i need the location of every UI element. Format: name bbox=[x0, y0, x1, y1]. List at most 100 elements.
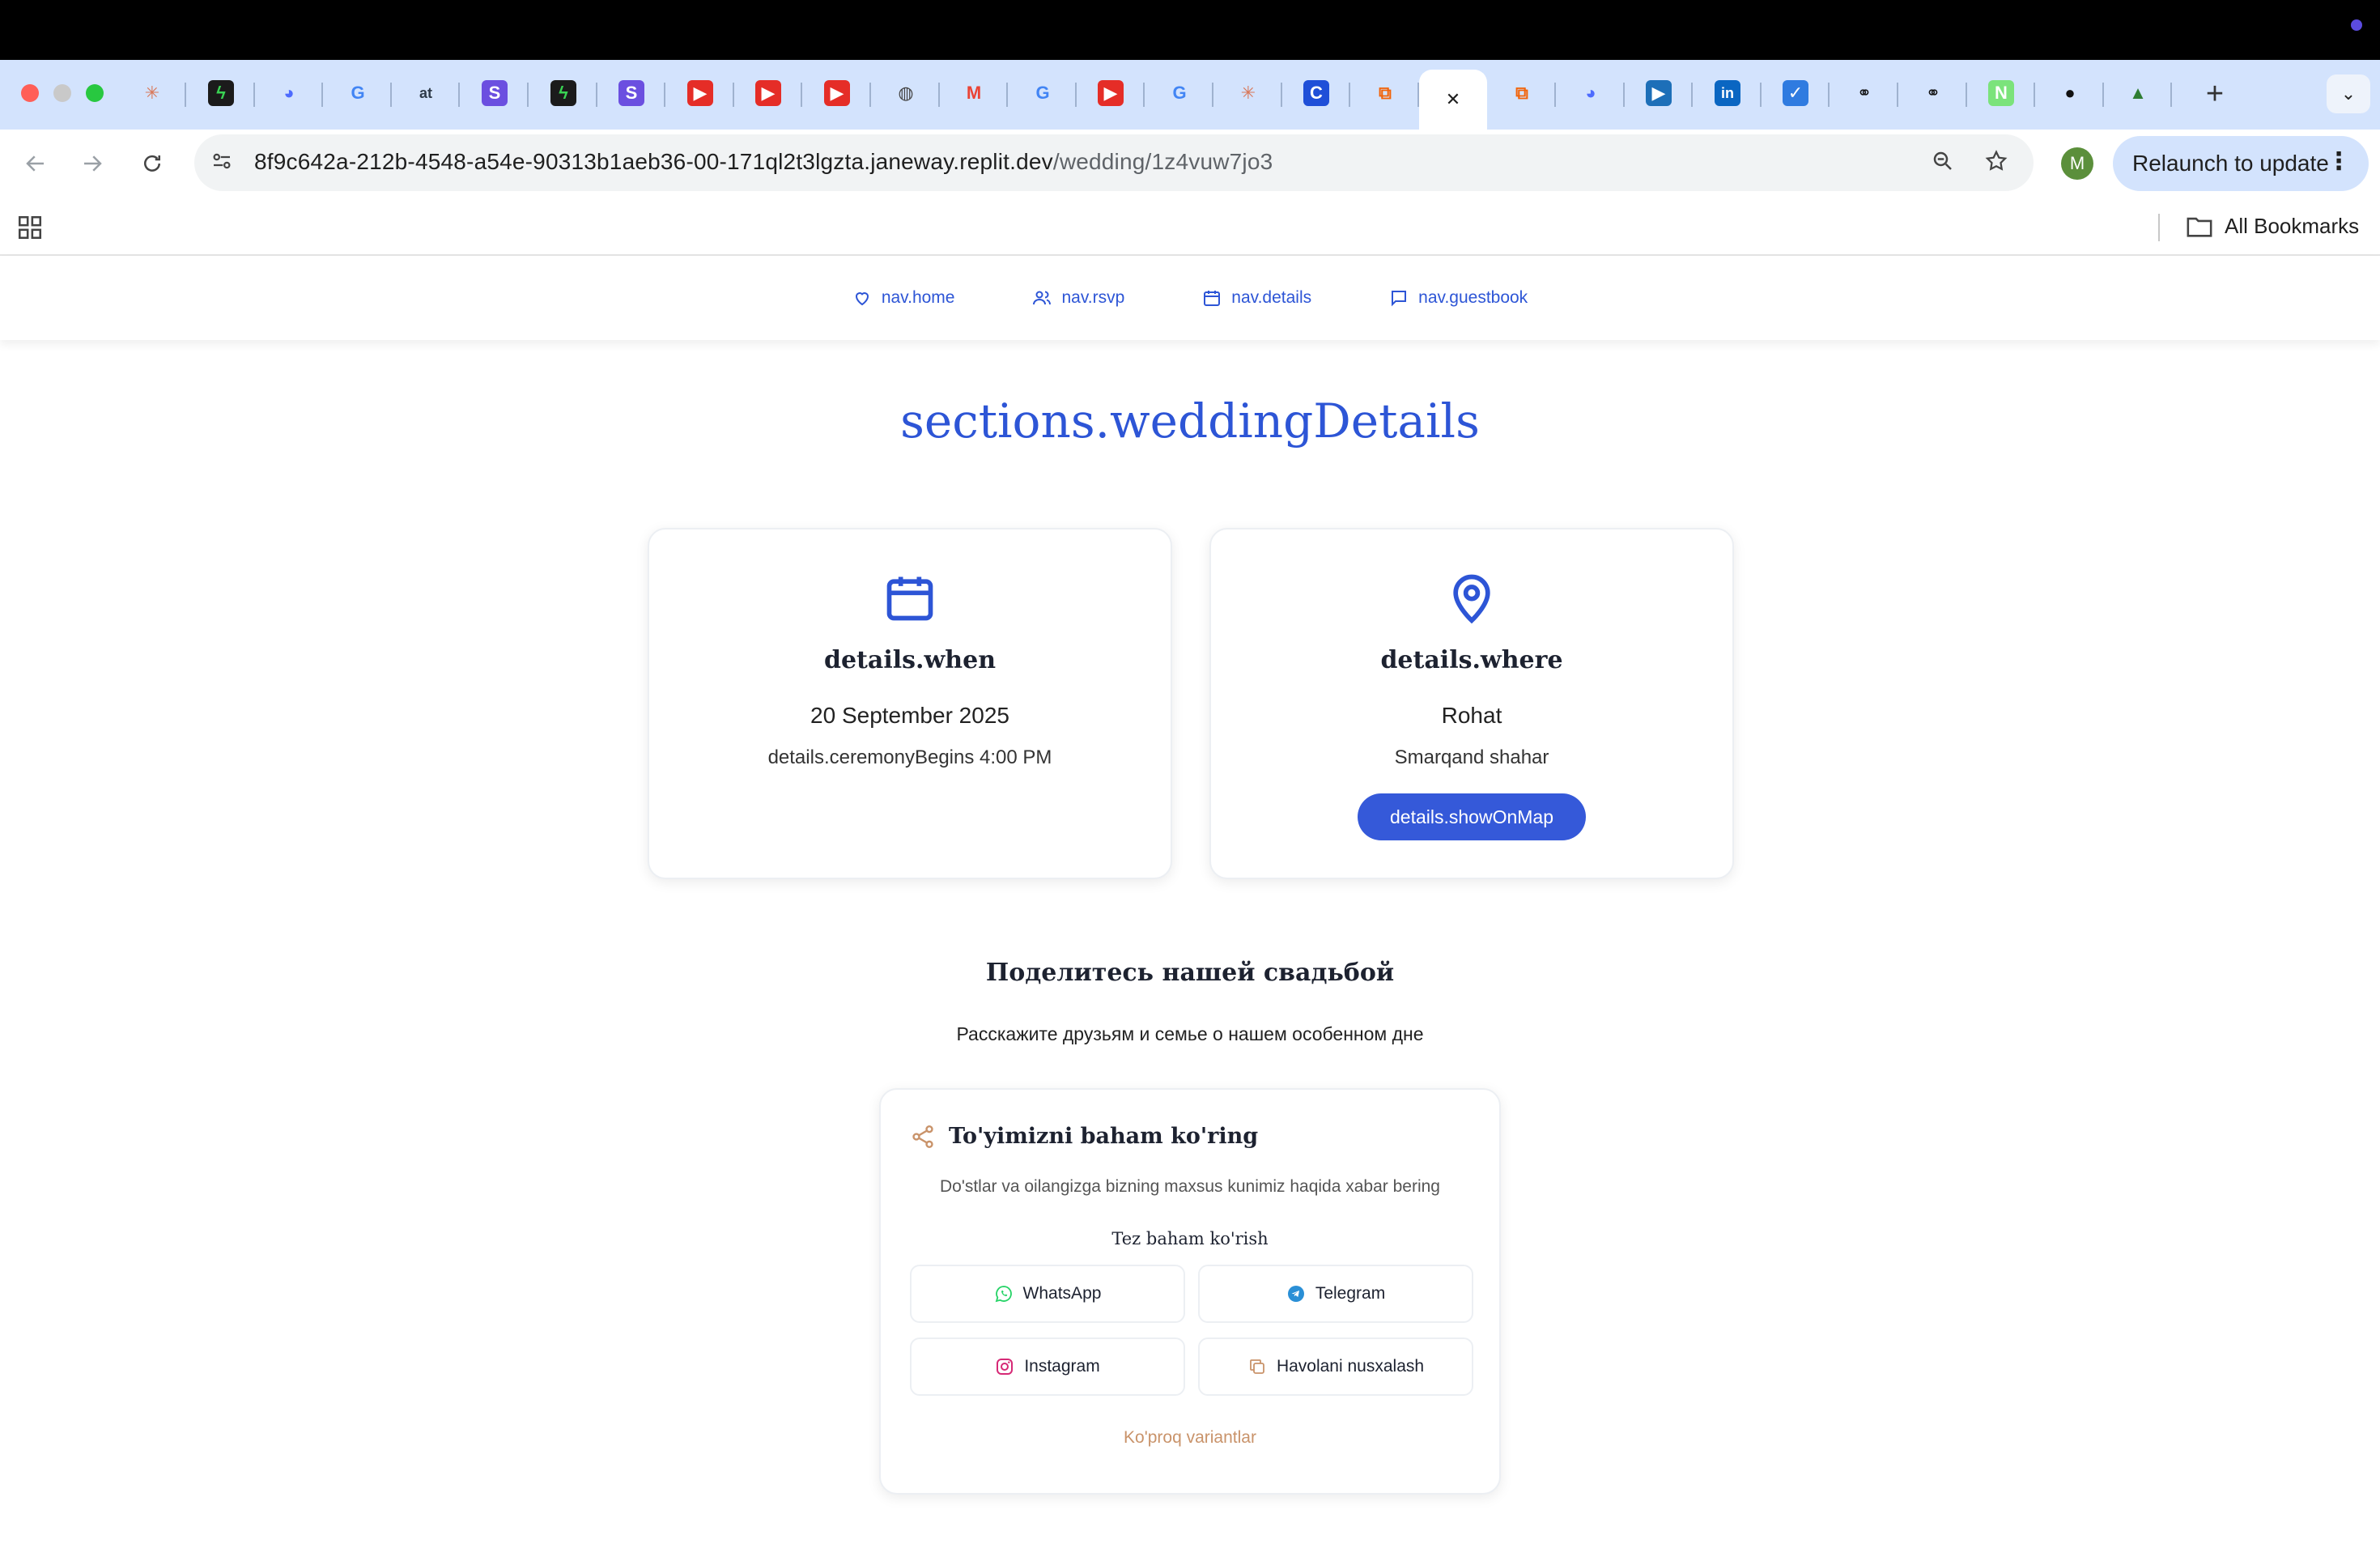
youtube-icon: ▶ bbox=[824, 80, 850, 106]
apps-grid-icon[interactable] bbox=[16, 214, 44, 241]
deepseek-icon: ◕ bbox=[1585, 83, 1596, 103]
minimize-window-button[interactable] bbox=[53, 84, 71, 102]
zoom-icon[interactable] bbox=[1928, 149, 1957, 178]
site-info-icon[interactable] bbox=[207, 149, 236, 178]
browser-tab[interactable]: ⚭ bbox=[1899, 70, 1967, 117]
claude-icon: ✳ bbox=[1240, 83, 1256, 103]
more-menu-icon[interactable]: ⋮ bbox=[2327, 147, 2351, 176]
browser-tab[interactable]: ● bbox=[2036, 70, 2104, 117]
copy-link-button[interactable]: Havolani nusxalash bbox=[1198, 1337, 1473, 1396]
show-on-map-button[interactable]: details.showOnMap bbox=[1358, 793, 1586, 840]
browser-tab[interactable]: G bbox=[324, 70, 392, 117]
book-icon: ▲ bbox=[2129, 83, 2147, 103]
browser-tab[interactable]: ✳ bbox=[118, 70, 186, 117]
instagram-label: Instagram bbox=[1024, 1357, 1100, 1376]
share-icon bbox=[912, 1125, 933, 1148]
browser-tab[interactable]: S bbox=[597, 70, 665, 117]
forward-button[interactable] bbox=[76, 147, 108, 180]
browser-tab[interactable]: ▶ bbox=[1625, 70, 1693, 117]
browser-tab[interactable]: ▶ bbox=[1077, 70, 1145, 117]
wedding-date: 20 September 2025 bbox=[810, 703, 1009, 728]
browser-tab[interactable]: in bbox=[1694, 70, 1762, 117]
tab-separator bbox=[2034, 83, 2035, 107]
folder-icon bbox=[2187, 217, 2212, 237]
browser-tab[interactable]: ϟ bbox=[187, 70, 255, 117]
tab-search-button[interactable]: ⌄ bbox=[2327, 74, 2370, 113]
tab-separator bbox=[1006, 83, 1008, 107]
where-heading: details.where bbox=[1380, 646, 1563, 674]
relaunch-button[interactable]: Relaunch to update ⋮ bbox=[2113, 136, 2369, 191]
browser-tab[interactable]: ⧉ bbox=[1488, 70, 1556, 117]
browser-tab[interactable]: ◍ bbox=[872, 70, 940, 117]
browser-tab[interactable]: C bbox=[1282, 70, 1350, 117]
calendar-icon bbox=[886, 576, 933, 621]
video-icon: ▶ bbox=[1646, 80, 1672, 106]
url-text[interactable]: 8f9c642a-212b-4548-a54e-90313b1aeb36-00-… bbox=[254, 149, 1273, 175]
map-pin-icon bbox=[1453, 574, 1490, 624]
browser-tab[interactable]: ▲ bbox=[2104, 70, 2172, 117]
profile-avatar[interactable]: M bbox=[2061, 147, 2093, 180]
browser-tab[interactable]: G bbox=[1009, 70, 1077, 117]
browser-tab[interactable]: ◕ bbox=[1557, 70, 1625, 117]
reload-button[interactable] bbox=[136, 147, 168, 180]
all-bookmarks-button[interactable]: All Bookmarks bbox=[2186, 214, 2359, 239]
tasks-icon: ✓ bbox=[1783, 80, 1808, 106]
linkedin-icon: in bbox=[1715, 80, 1740, 106]
nav-details-link[interactable]: nav.details bbox=[1202, 288, 1311, 308]
nav-rsvp-link[interactable]: nav.rsvp bbox=[1032, 288, 1124, 308]
tab-separator bbox=[1143, 83, 1145, 107]
browser-tab[interactable]: ▶ bbox=[803, 70, 871, 117]
browser-tab[interactable]: ✳ bbox=[1214, 70, 1282, 117]
browser-tab[interactable]: S bbox=[461, 70, 529, 117]
browser-tab[interactable]: G bbox=[1145, 70, 1213, 117]
close-window-button[interactable] bbox=[21, 84, 39, 102]
copy-link-label: Havolani nusxalash bbox=[1276, 1357, 1425, 1376]
new-tab-button[interactable]: + bbox=[2199, 78, 2231, 110]
replit-icon: ⧉ bbox=[1379, 83, 1392, 103]
tab-separator bbox=[664, 83, 665, 107]
browser-tab[interactable]: M bbox=[940, 70, 1008, 117]
telegram-label: Telegram bbox=[1315, 1284, 1386, 1303]
screen-top-bar bbox=[0, 0, 2380, 60]
browser-tab[interactable]: ϟ bbox=[529, 70, 597, 117]
browser-tab[interactable]: ◕ bbox=[255, 70, 323, 117]
where-card: details.where Rohat Smarqand shahar deta… bbox=[1209, 528, 1734, 879]
nav-guestbook-label: nav.guestbook bbox=[1418, 288, 1528, 307]
back-button[interactable] bbox=[19, 147, 52, 180]
instagram-icon bbox=[997, 1359, 1014, 1375]
browser-tab[interactable]: at bbox=[392, 70, 460, 117]
nav-guestbook-link[interactable]: nav.guestbook bbox=[1389, 288, 1528, 308]
browser-tab[interactable]: N bbox=[1967, 70, 2035, 117]
relaunch-label: Relaunch to update bbox=[2132, 151, 2329, 176]
browser-tab[interactable]: ⧉ bbox=[1351, 70, 1419, 117]
active-tab[interactable]: ✕ bbox=[1419, 70, 1487, 130]
nav-home-link[interactable]: nav.home bbox=[852, 288, 954, 308]
page-title: sections.weddingDetails bbox=[900, 393, 1480, 449]
telegram-share-button[interactable]: Telegram bbox=[1198, 1265, 1473, 1323]
close-icon[interactable]: ✕ bbox=[1440, 87, 1466, 113]
instagram-share-button[interactable]: Instagram bbox=[910, 1337, 1185, 1396]
tab-separator bbox=[458, 83, 460, 107]
reload-icon bbox=[144, 155, 160, 172]
copy-icon bbox=[1250, 1359, 1264, 1374]
tab-separator bbox=[1554, 83, 1556, 107]
tab-separator bbox=[1349, 83, 1350, 107]
deepseek-icon: ◕ bbox=[283, 83, 295, 103]
maximize-window-button[interactable] bbox=[86, 84, 104, 102]
gmail-icon: M bbox=[966, 83, 982, 103]
n-icon: N bbox=[1988, 80, 2014, 106]
browser-tab[interactable]: ✓ bbox=[1762, 70, 1830, 117]
browser-tab[interactable]: ⚭ bbox=[1830, 70, 1898, 117]
whatsapp-share-button[interactable]: WhatsApp bbox=[910, 1265, 1185, 1323]
browser-tab[interactable]: ▶ bbox=[666, 70, 734, 117]
heart-icon bbox=[855, 292, 869, 306]
browser-tab[interactable]: ▶ bbox=[734, 70, 802, 117]
bookmark-star-icon[interactable] bbox=[1982, 149, 2011, 178]
share-description: Расскажите друзьям и семье о нашем особе… bbox=[956, 1023, 1424, 1044]
bookmarks-bar bbox=[0, 198, 2380, 256]
more-options-link[interactable]: Ko'proq variantlar bbox=[881, 1428, 1499, 1448]
venue-name: Rohat bbox=[1441, 703, 1502, 728]
bolt-icon: ϟ bbox=[208, 80, 234, 106]
tab-separator bbox=[527, 83, 529, 107]
tab-separator bbox=[1828, 83, 1830, 107]
